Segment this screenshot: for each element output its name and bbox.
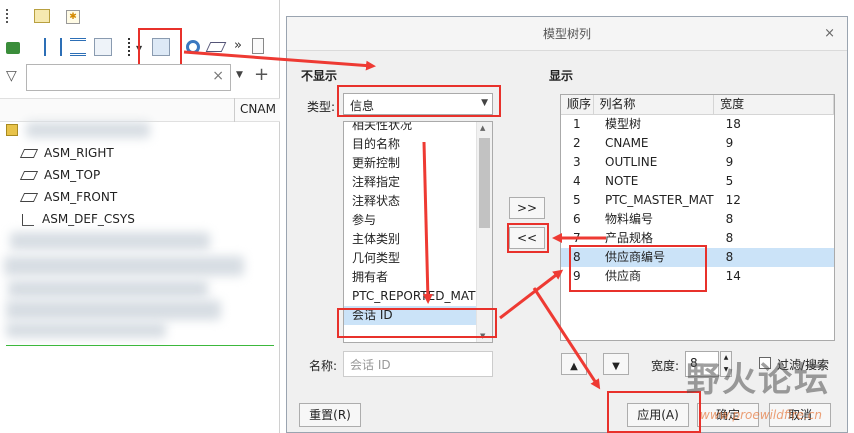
arrow-to-apply-button — [532, 287, 601, 390]
arrow-to-session-id — [422, 141, 433, 304]
arrow-to-supplier-row — [499, 269, 564, 320]
arrow-to-not-shown — [183, 50, 376, 71]
annotation-arrows — [183, 50, 606, 390]
